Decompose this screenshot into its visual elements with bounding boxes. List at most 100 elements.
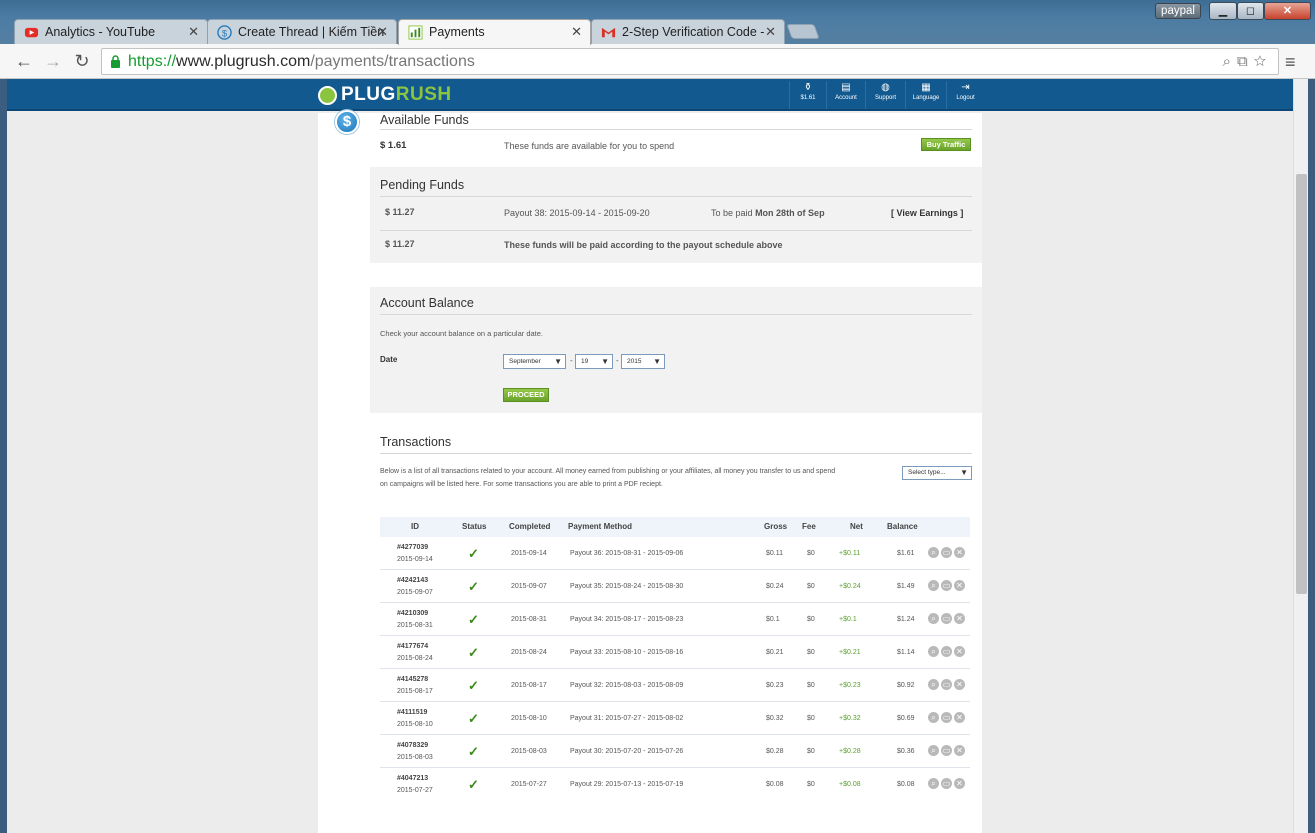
- row-net: +$0.11: [839, 550, 861, 557]
- row-gross: $0.21: [766, 649, 784, 656]
- nav-logout[interactable]: ⇥ Logout: [946, 81, 984, 109]
- delete-icon[interactable]: ✕: [954, 547, 965, 558]
- view-details-icon[interactable]: ⌕: [928, 778, 939, 789]
- delete-icon[interactable]: ✕: [954, 613, 965, 624]
- row-method: Payout 30: 2015-07-20 - 2015-07-26: [570, 748, 684, 755]
- section-title: Available Funds: [380, 113, 469, 127]
- new-tab-button[interactable]: [786, 24, 820, 39]
- pending-payout: Payout 38: 2015-09-14 - 2015-09-20: [504, 208, 650, 218]
- pdf-icon[interactable]: ▭: [941, 547, 952, 558]
- pdf-icon[interactable]: ▭: [941, 613, 952, 624]
- back-arrow-icon[interactable]: ←: [13, 51, 35, 72]
- view-details-icon[interactable]: ⌕: [928, 679, 939, 690]
- delete-icon[interactable]: ✕: [954, 778, 965, 789]
- pdf-icon[interactable]: ▭: [941, 679, 952, 690]
- close-icon[interactable]: ✕: [377, 24, 388, 40]
- row-balance: $0.36: [897, 748, 915, 755]
- zoom-icon[interactable]: ⌕: [1223, 53, 1237, 70]
- month-select[interactable]: September ▼: [503, 354, 566, 369]
- pdf-icon[interactable]: ▭: [941, 646, 952, 657]
- pending-amount: $ 11.27: [385, 207, 415, 217]
- close-icon[interactable]: ✕: [765, 24, 776, 40]
- row-completed: 2015-09-14: [511, 550, 547, 557]
- star-icon[interactable]: ☆: [1254, 53, 1272, 70]
- delete-icon[interactable]: ✕: [954, 679, 965, 690]
- transaction-type-select[interactable]: Select type... ▼: [902, 466, 972, 480]
- transactions-desc-2: on campaigns will be listed here. For so…: [380, 481, 663, 488]
- pdf-icon[interactable]: ▭: [941, 778, 952, 789]
- row-gross: $0.08: [766, 781, 784, 788]
- row-fee: $0: [807, 748, 815, 755]
- view-details-icon[interactable]: ⌕: [928, 547, 939, 558]
- reload-icon[interactable]: ↻: [71, 51, 93, 72]
- tab-analytics-youtube[interactable]: Analytics - YouTube ✕: [14, 19, 208, 44]
- tab-gmail[interactable]: 2-Step Verification Code - ✕: [591, 19, 785, 44]
- row-fee: $0: [807, 550, 815, 557]
- url-path: /payments/transactions: [310, 53, 475, 70]
- view-details-icon[interactable]: ⌕: [928, 712, 939, 723]
- row-completed: 2015-08-03: [511, 748, 547, 755]
- view-earnings-link[interactable]: [ View Earnings ]: [891, 208, 963, 218]
- delete-icon[interactable]: ✕: [954, 745, 965, 756]
- nav-support[interactable]: ◍ Support: [865, 81, 905, 109]
- pdf-icon[interactable]: ▭: [941, 580, 952, 591]
- date-separator: -: [570, 356, 573, 365]
- table-row: #4078329 2015-08-03 ✓ 2015-08-03 Payout …: [380, 735, 970, 768]
- row-balance: $1.49: [897, 583, 915, 590]
- year-select[interactable]: 2015 ▼: [621, 354, 665, 369]
- checkmark-icon: ✓: [468, 612, 479, 627]
- tab-payments[interactable]: Payments ✕: [398, 19, 591, 45]
- delete-icon[interactable]: ✕: [954, 712, 965, 723]
- close-icon[interactable]: ✕: [571, 24, 582, 40]
- nav-language[interactable]: ▦ Language: [905, 81, 946, 109]
- forward-arrow-icon[interactable]: →: [42, 51, 64, 72]
- tab-label: Create Thread | Kiếm Tiền: [238, 25, 385, 39]
- youtube-icon: [24, 27, 39, 38]
- vertical-scrollbar[interactable]: [1293, 79, 1308, 833]
- nav-account[interactable]: ▤ Account: [826, 81, 865, 109]
- col-id: ID: [411, 522, 419, 531]
- row-net: +$0.1: [839, 616, 857, 623]
- row-completed: 2015-08-24: [511, 649, 547, 656]
- view-details-icon[interactable]: ⌕: [928, 580, 939, 591]
- row-method: Payout 34: 2015-08-17 - 2015-08-23: [570, 616, 684, 623]
- pdf-icon[interactable]: ▭: [941, 712, 952, 723]
- maximize-button[interactable]: ◻: [1237, 2, 1264, 20]
- gmail-icon: [601, 27, 616, 38]
- row-method: Payout 36: 2015-08-31 - 2015-09-06: [570, 550, 684, 557]
- lock-icon: [111, 55, 120, 68]
- delete-icon[interactable]: ✕: [954, 580, 965, 591]
- row-id: #4078329: [397, 742, 429, 749]
- row-net: +$0.21: [839, 649, 861, 656]
- row-balance: $0.69: [897, 715, 915, 722]
- row-fee: $0: [807, 616, 815, 623]
- plugrush-logo[interactable]: PLUGRUSH: [318, 84, 452, 106]
- row-net: +$0.23: [839, 682, 861, 689]
- row-balance: $1.14: [897, 649, 915, 656]
- minimize-button[interactable]: ▁: [1209, 2, 1237, 20]
- view-details-icon[interactable]: ⌕: [928, 745, 939, 756]
- menu-icon[interactable]: ≡: [1285, 52, 1296, 73]
- pdf-icon[interactable]: ▭: [941, 745, 952, 756]
- close-window-button[interactable]: ✕: [1264, 2, 1311, 20]
- delete-icon[interactable]: ✕: [954, 646, 965, 657]
- row-gross: $0.1: [766, 616, 780, 623]
- translate-icon[interactable]: ⧉: [1237, 53, 1254, 70]
- user-badge[interactable]: paypal: [1155, 3, 1201, 19]
- close-icon[interactable]: ✕: [188, 24, 199, 40]
- row-fee: $0: [807, 781, 815, 788]
- day-select[interactable]: 19 ▼: [575, 354, 613, 369]
- proceed-button[interactable]: PROCEED: [503, 388, 549, 402]
- url-scheme: https://: [128, 53, 177, 70]
- view-details-icon[interactable]: ⌕: [928, 613, 939, 624]
- table-row: #4145278 2015-08-17 ✓ 2015-08-17 Payout …: [380, 669, 970, 702]
- checkmark-icon: ✓: [468, 546, 479, 561]
- scrollbar-thumb[interactable]: [1296, 174, 1307, 594]
- row-net: +$0.28: [839, 748, 861, 755]
- buy-traffic-button[interactable]: Buy Traffic: [921, 138, 971, 151]
- row-net: +$0.24: [839, 583, 861, 590]
- nav-balance[interactable]: ⚱ $1.61: [789, 81, 826, 109]
- view-details-icon[interactable]: ⌕: [928, 646, 939, 657]
- address-bar[interactable]: https://www.plugrush.com/payments/transa…: [101, 48, 1279, 75]
- tab-create-thread[interactable]: $ Create Thread | Kiếm Tiền ✕: [207, 19, 397, 44]
